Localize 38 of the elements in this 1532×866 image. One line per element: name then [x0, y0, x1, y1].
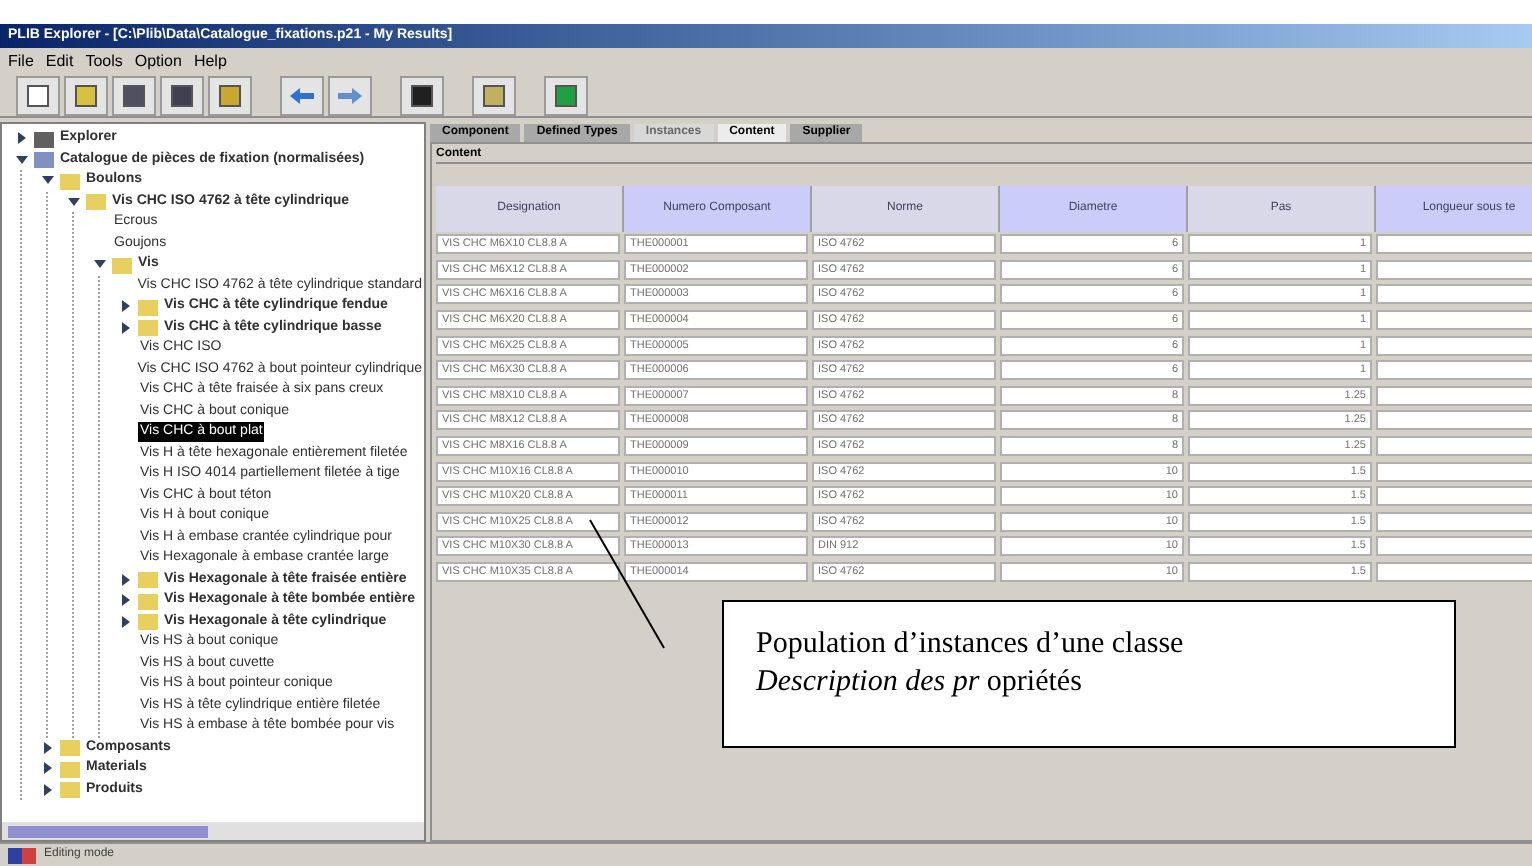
- table-cell[interactable]: [1376, 511, 1532, 532]
- annotation-subtitle: Description des pr opriétés: [756, 664, 1084, 702]
- menu-item[interactable]: Help: [193, 49, 227, 73]
- horizontal-scrollbar[interactable]: [2, 822, 424, 840]
- table-cell[interactable]: [1376, 461, 1532, 482]
- table-cell[interactable]: [1376, 234, 1532, 255]
- table-cell[interactable]: [1376, 410, 1532, 431]
- table-cell[interactable]: [1376, 284, 1532, 305]
- collapsed-toggle-icon[interactable]: [14, 130, 30, 147]
- table-cell[interactable]: [1376, 385, 1532, 406]
- collapsed-toggle-icon[interactable]: [118, 592, 134, 609]
- table-cell[interactable]: [1376, 562, 1532, 583]
- collapsed-toggle-icon[interactable]: [40, 739, 56, 756]
- menu-item[interactable]: Tools: [85, 49, 123, 73]
- table-cell[interactable]: [1376, 360, 1532, 381]
- back-icon[interactable]: [280, 75, 324, 115]
- forward-icon[interactable]: [328, 75, 372, 115]
- table-cell[interactable]: [1376, 259, 1532, 280]
- table-cell[interactable]: [1376, 486, 1532, 507]
- expanded-toggle-icon[interactable]: [14, 151, 30, 168]
- collapsed-toggle-icon[interactable]: [118, 571, 134, 588]
- menu-item[interactable]: Option: [134, 49, 182, 73]
- collapsed-toggle-icon[interactable]: [118, 319, 134, 336]
- expanded-toggle-icon[interactable]: [40, 172, 56, 189]
- annotation-title: Population d’instances d’une classe: [756, 626, 1186, 664]
- table-cell[interactable]: [1376, 536, 1532, 557]
- collapsed-toggle-icon[interactable]: [118, 298, 134, 315]
- expanded-toggle-icon[interactable]: [92, 256, 108, 273]
- flag-icon: [8, 847, 36, 863]
- collapsed-toggle-icon[interactable]: [40, 760, 56, 777]
- menu-item[interactable]: Edit: [45, 49, 74, 73]
- table-cell[interactable]: [1376, 335, 1532, 356]
- collapsed-toggle-icon[interactable]: [118, 613, 134, 630]
- expanded-toggle-icon[interactable]: [66, 193, 82, 210]
- table-cell[interactable]: [1376, 436, 1532, 457]
- menu-item[interactable]: File: [8, 49, 34, 73]
- table-cell[interactable]: [1376, 310, 1532, 331]
- collapsed-toggle-icon[interactable]: [40, 781, 56, 798]
